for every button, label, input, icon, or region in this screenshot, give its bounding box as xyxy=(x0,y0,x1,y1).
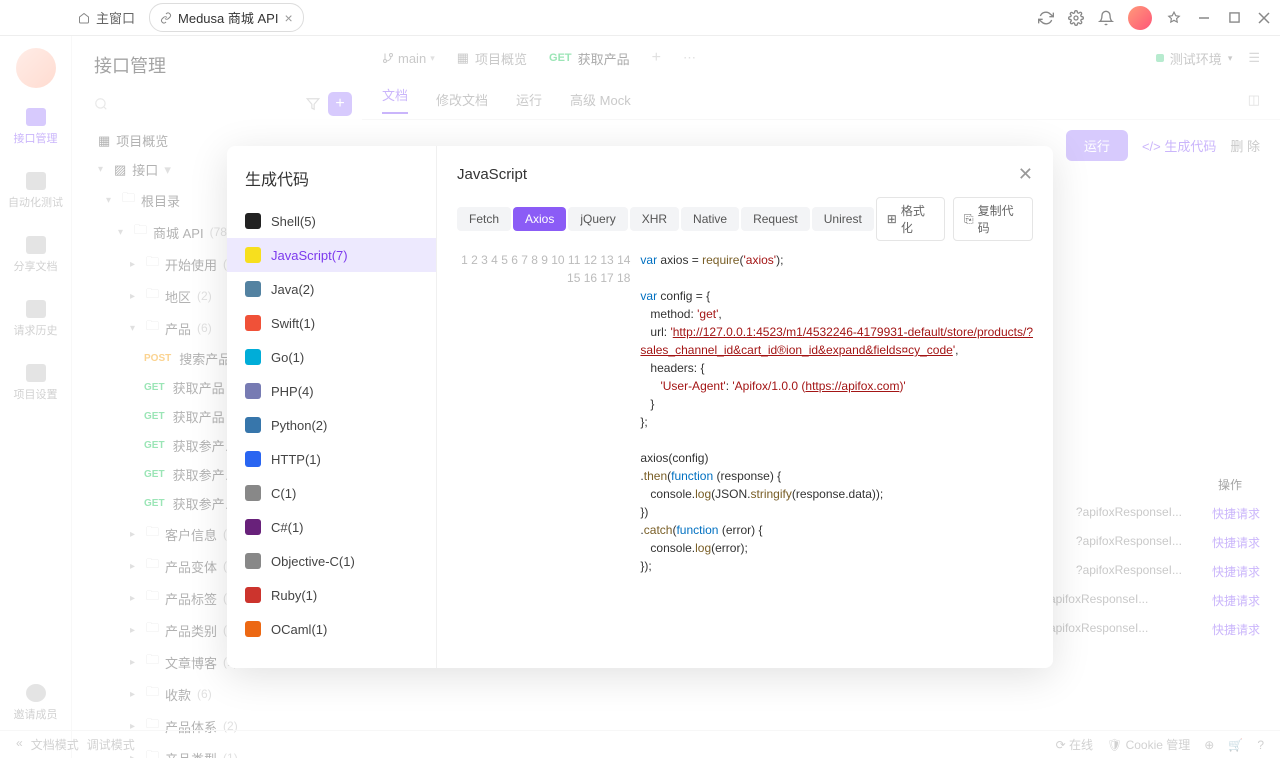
lib-tab[interactable]: Request xyxy=(741,207,810,231)
format-button[interactable]: ⊞ 格式化 xyxy=(876,197,945,241)
lang-item[interactable]: OCaml(1) xyxy=(227,612,436,646)
pin-icon[interactable] xyxy=(1166,10,1182,26)
minimize-icon[interactable] xyxy=(1196,10,1212,26)
lang-item[interactable]: HTTP(1) xyxy=(227,442,436,476)
copy-code-button[interactable]: ⎘ 复制代码 xyxy=(953,197,1033,241)
lang-item[interactable]: C(1) xyxy=(227,476,436,510)
lang-item[interactable]: Go(1) xyxy=(227,340,436,374)
modal-overlay: 生成代码 Shell(5)JavaScript(7)Java(2)Swift(1… xyxy=(0,36,1280,758)
lang-item[interactable]: Swift(1) xyxy=(227,306,436,340)
home-tab[interactable]: 主窗口 xyxy=(68,4,145,31)
close-window-icon[interactable] xyxy=(1256,10,1272,26)
gen-code-modal: 生成代码 Shell(5)JavaScript(7)Java(2)Swift(1… xyxy=(227,146,1053,668)
modal-lang-title: JavaScript xyxy=(457,166,527,183)
lang-item[interactable]: Shell(5) xyxy=(227,204,436,238)
modal-title: 生成代码 xyxy=(227,166,436,204)
maximize-icon[interactable] xyxy=(1226,10,1242,26)
active-tab-label: Medusa 商城 API xyxy=(178,8,278,27)
titlebar: 主窗口 Medusa 商城 API × xyxy=(0,0,1280,36)
link-icon xyxy=(160,12,172,24)
settings-icon[interactable] xyxy=(1068,10,1084,26)
modal-close-icon[interactable]: ✕ xyxy=(1018,164,1033,185)
home-tab-label: 主窗口 xyxy=(96,8,135,27)
bell-icon[interactable] xyxy=(1098,10,1114,26)
lib-tab[interactable]: Native xyxy=(681,207,739,231)
lib-tab[interactable]: jQuery xyxy=(568,207,627,231)
lib-tab[interactable]: Axios xyxy=(513,207,566,231)
avatar[interactable] xyxy=(1128,6,1152,30)
code-area[interactable]: 1 2 3 4 5 6 7 8 9 10 11 12 13 14 15 16 1… xyxy=(437,251,1053,668)
home-icon xyxy=(78,12,90,24)
lang-item[interactable]: Ruby(1) xyxy=(227,578,436,612)
lib-tab[interactable]: Fetch xyxy=(457,207,511,231)
lang-item[interactable]: Java(2) xyxy=(227,272,436,306)
lib-tab[interactable]: XHR xyxy=(630,207,679,231)
lang-item[interactable]: C#(1) xyxy=(227,510,436,544)
tab-close-icon[interactable]: × xyxy=(284,10,292,26)
active-tab[interactable]: Medusa 商城 API × xyxy=(149,3,304,32)
refresh-icon[interactable] xyxy=(1038,10,1054,26)
lang-item[interactable]: Python(2) xyxy=(227,408,436,442)
lang-item[interactable]: PHP(4) xyxy=(227,374,436,408)
lib-tab[interactable]: Unirest xyxy=(812,207,874,231)
lang-item[interactable]: JavaScript(7) xyxy=(227,238,436,272)
lang-item[interactable]: Objective-C(1) xyxy=(227,544,436,578)
